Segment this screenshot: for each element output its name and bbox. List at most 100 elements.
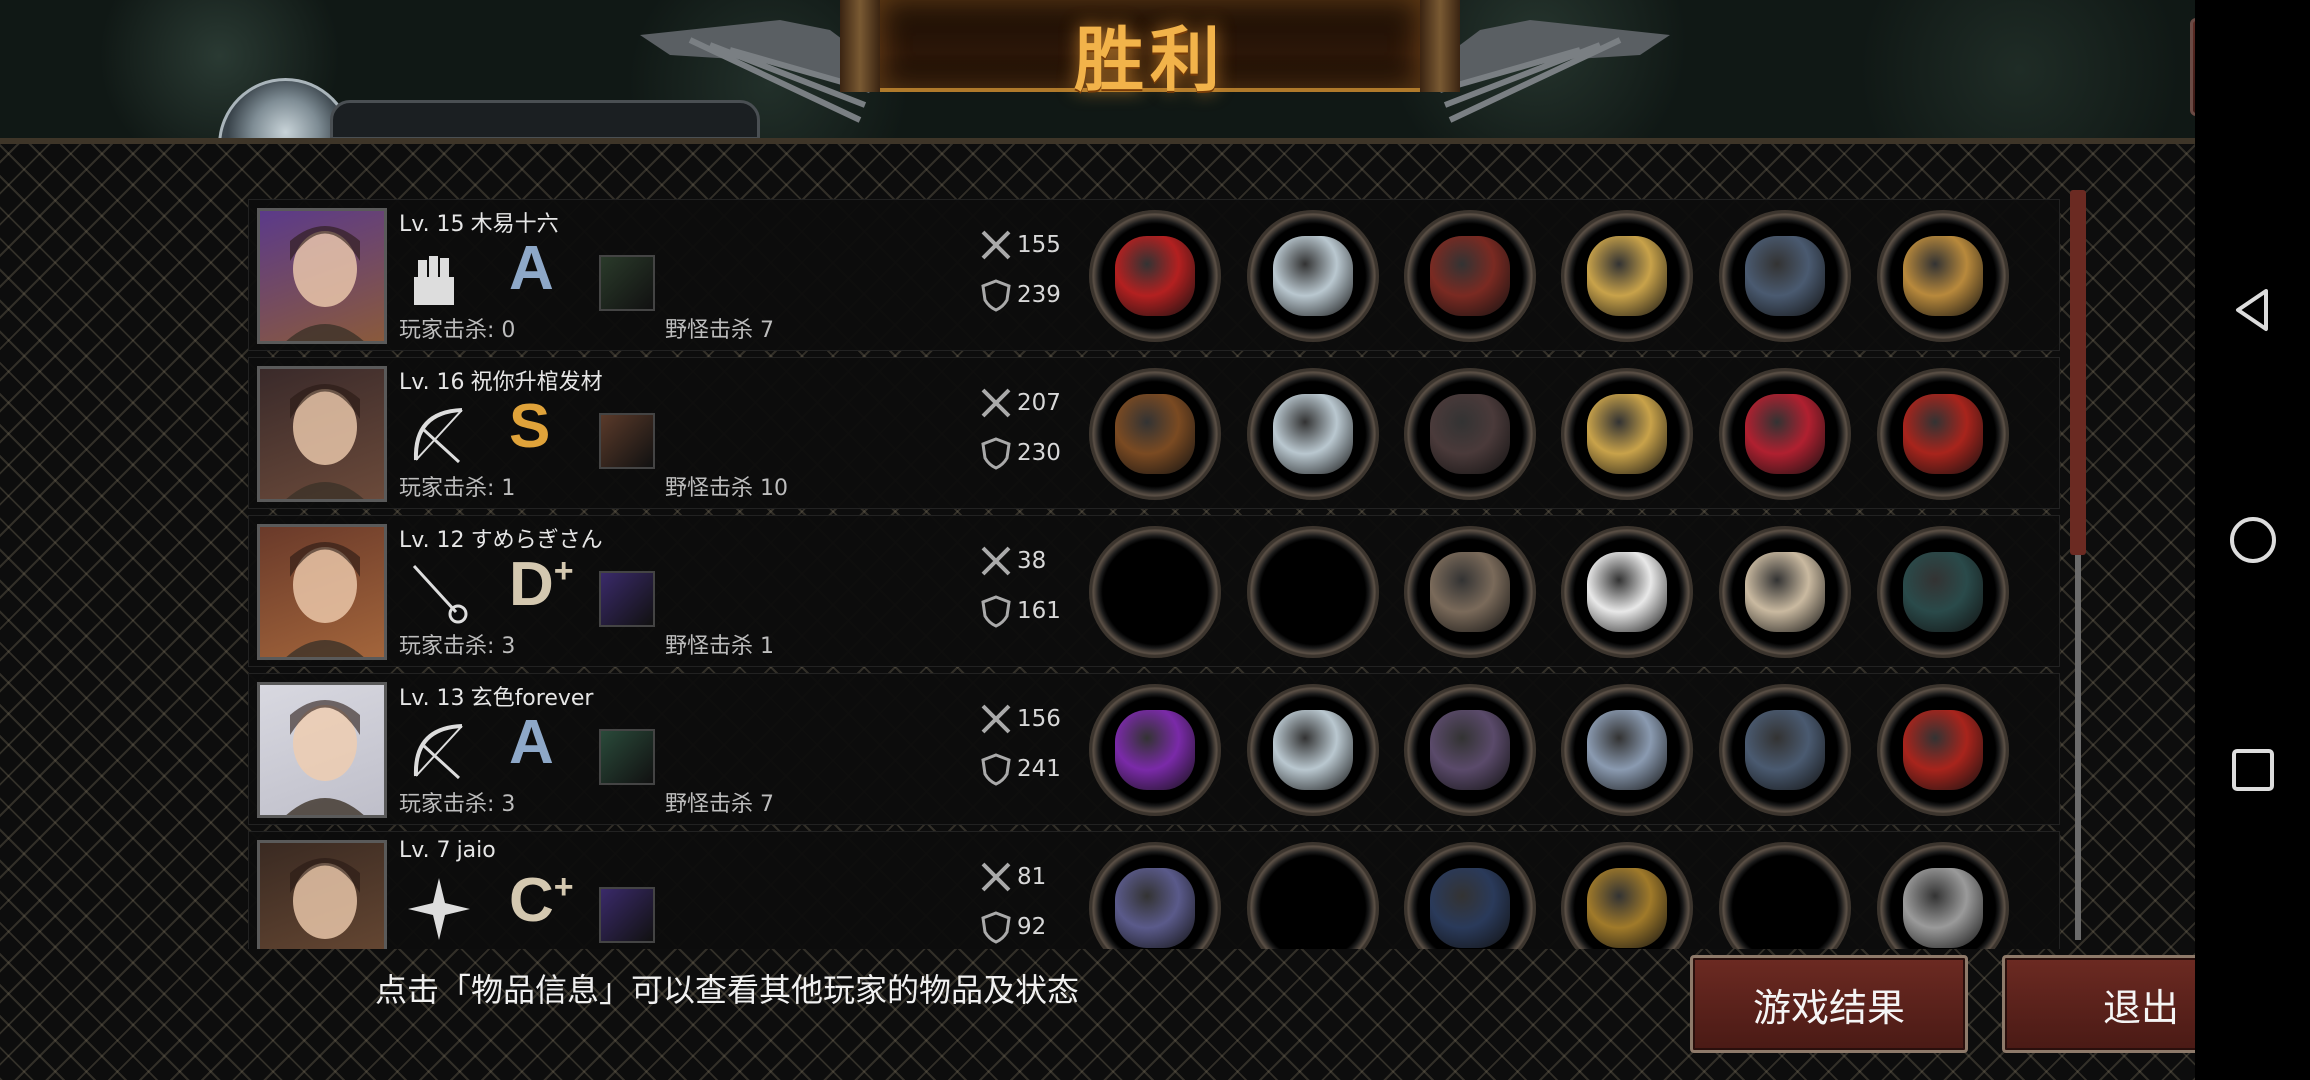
defense-value: 239 bbox=[1017, 282, 1061, 308]
skill-icon[interactable] bbox=[599, 571, 655, 627]
skill-icon[interactable] bbox=[599, 413, 655, 469]
defense-value: 92 bbox=[1017, 914, 1047, 940]
victory-title: 胜利 bbox=[1074, 19, 1226, 101]
shield-icon bbox=[981, 595, 1011, 628]
item-silver-helmet bbox=[1273, 394, 1353, 474]
item-slot[interactable] bbox=[1404, 842, 1536, 949]
item-slot[interactable] bbox=[1247, 210, 1379, 342]
player-grade: A bbox=[509, 712, 554, 774]
item-slot[interactable] bbox=[1561, 526, 1693, 658]
game-result-button[interactable]: 游戏结果 bbox=[1690, 955, 1968, 1053]
monster-kills: 野怪击杀 10 bbox=[665, 476, 788, 501]
defense-stat: 161 bbox=[979, 594, 1061, 628]
player-portrait[interactable] bbox=[257, 524, 387, 660]
player-row[interactable]: Lv. 15 木易十六 A 玩家击杀: 0 野怪击杀 7 155 239 bbox=[248, 199, 2060, 351]
item-slot[interactable] bbox=[1089, 684, 1221, 816]
item-red-armor bbox=[1430, 236, 1510, 316]
player-portrait[interactable] bbox=[257, 366, 387, 502]
item-slot[interactable] bbox=[1247, 842, 1379, 949]
player-row[interactable]: Lv. 12 すめらぎさん D+ 玩家击杀: 3 野怪击杀 1 38 161 bbox=[248, 515, 2060, 667]
scrollbar-thumb[interactable] bbox=[2070, 190, 2086, 555]
item-slot[interactable] bbox=[1877, 842, 2009, 949]
item-slot[interactable] bbox=[1719, 368, 1851, 500]
item-red-weapon bbox=[1115, 236, 1195, 316]
item-dark-armor bbox=[1430, 394, 1510, 474]
item-metal-plate bbox=[1903, 868, 1983, 948]
rank-bar bbox=[330, 100, 760, 140]
item-sneakers bbox=[1745, 552, 1825, 632]
skill-icon[interactable] bbox=[599, 255, 655, 311]
defense-value: 241 bbox=[1017, 756, 1061, 782]
player-grade: S bbox=[509, 396, 550, 458]
item-slot[interactable] bbox=[1877, 684, 2009, 816]
item-gold-bracelet bbox=[1587, 394, 1667, 474]
crossed-swords-icon bbox=[981, 546, 1011, 576]
shield-icon bbox=[981, 911, 1011, 944]
item-slot[interactable] bbox=[1089, 368, 1221, 500]
crossed-swords-icon bbox=[981, 704, 1011, 734]
player-portrait[interactable] bbox=[257, 840, 387, 949]
monster-kills: 野怪击杀 7 bbox=[665, 792, 774, 817]
back-icon[interactable] bbox=[2228, 285, 2278, 335]
player-kills: 玩家击杀: 1 bbox=[399, 476, 516, 501]
item-slot[interactable] bbox=[1404, 684, 1536, 816]
item-slot[interactable] bbox=[1877, 210, 2009, 342]
item-slot[interactable] bbox=[1247, 368, 1379, 500]
shield-icon bbox=[981, 279, 1011, 312]
item-slot[interactable] bbox=[1877, 526, 2009, 658]
bow-icon bbox=[413, 724, 463, 780]
item-slot[interactable] bbox=[1719, 526, 1851, 658]
shield-icon bbox=[981, 753, 1011, 786]
item-slot[interactable] bbox=[1089, 210, 1221, 342]
attack-value: 156 bbox=[1017, 706, 1061, 732]
item-slot[interactable] bbox=[1089, 526, 1221, 658]
player-level: Lv. 13 bbox=[399, 686, 465, 711]
item-slot[interactable] bbox=[1561, 210, 1693, 342]
item-blue-boots bbox=[1745, 710, 1825, 790]
fist-icon bbox=[414, 256, 454, 305]
attack-stat: 155 bbox=[979, 228, 1061, 262]
grade-plus: + bbox=[553, 868, 574, 906]
item-slot[interactable] bbox=[1561, 842, 1693, 949]
item-slot[interactable] bbox=[1247, 684, 1379, 816]
player-level: Lv. 15 bbox=[399, 212, 465, 237]
item-slot[interactable] bbox=[1404, 210, 1536, 342]
item-slot[interactable] bbox=[1089, 842, 1221, 949]
home-icon[interactable] bbox=[2228, 515, 2278, 565]
recents-icon[interactable] bbox=[2228, 745, 2278, 795]
item-chakram bbox=[1115, 868, 1195, 948]
item-scope bbox=[1903, 552, 1983, 632]
item-gold-bracelet bbox=[1587, 236, 1667, 316]
defense-stat: 92 bbox=[979, 910, 1046, 944]
item-slot[interactable] bbox=[1719, 210, 1851, 342]
attack-stat: 207 bbox=[979, 386, 1061, 420]
exit-button[interactable]: 退出 bbox=[2002, 955, 2195, 1053]
defense-value: 161 bbox=[1017, 598, 1061, 624]
skill-icon[interactable] bbox=[599, 729, 655, 785]
item-slot[interactable] bbox=[1719, 684, 1851, 816]
attack-stat: 38 bbox=[979, 544, 1046, 578]
item-slot[interactable] bbox=[1247, 526, 1379, 658]
player-row[interactable]: Lv. 7 jaio C+ 81 92 bbox=[248, 831, 2060, 949]
item-slot[interactable] bbox=[1404, 526, 1536, 658]
player-row[interactable]: Lv. 13 玄色forever A 玩家击杀: 3 野怪击杀 7 156 241 bbox=[248, 673, 2060, 825]
item-red-quiver bbox=[1903, 394, 1983, 474]
crossed-swords-icon bbox=[981, 862, 1011, 892]
item-slot[interactable] bbox=[1561, 368, 1693, 500]
hint-text: 点击「物品信息」可以查看其他玩家的物品及状态 bbox=[375, 971, 1080, 1009]
item-slot[interactable] bbox=[1719, 842, 1851, 949]
player-name: jaio bbox=[456, 838, 496, 863]
player-portrait[interactable] bbox=[257, 208, 387, 344]
item-silver-helmet bbox=[1273, 236, 1353, 316]
item-slot[interactable] bbox=[1877, 368, 2009, 500]
player-row[interactable]: Lv. 16 祝你升棺发材 S 玩家击杀: 1 野怪击杀 10 207 230 bbox=[248, 357, 2060, 509]
player-list[interactable]: Lv. 15 木易十六 A 玩家击杀: 0 野怪击杀 7 155 239 Lv. 16 祝… bbox=[248, 199, 2060, 949]
player-portrait[interactable] bbox=[257, 682, 387, 818]
player-kills: 玩家击杀: 3 bbox=[399, 792, 516, 817]
item-slot[interactable] bbox=[1561, 684, 1693, 816]
defense-value: 230 bbox=[1017, 440, 1061, 466]
player-grade: A bbox=[509, 238, 554, 300]
player-kills: 玩家击杀: 0 bbox=[399, 318, 516, 343]
item-slot[interactable] bbox=[1404, 368, 1536, 500]
skill-icon[interactable] bbox=[599, 887, 655, 943]
